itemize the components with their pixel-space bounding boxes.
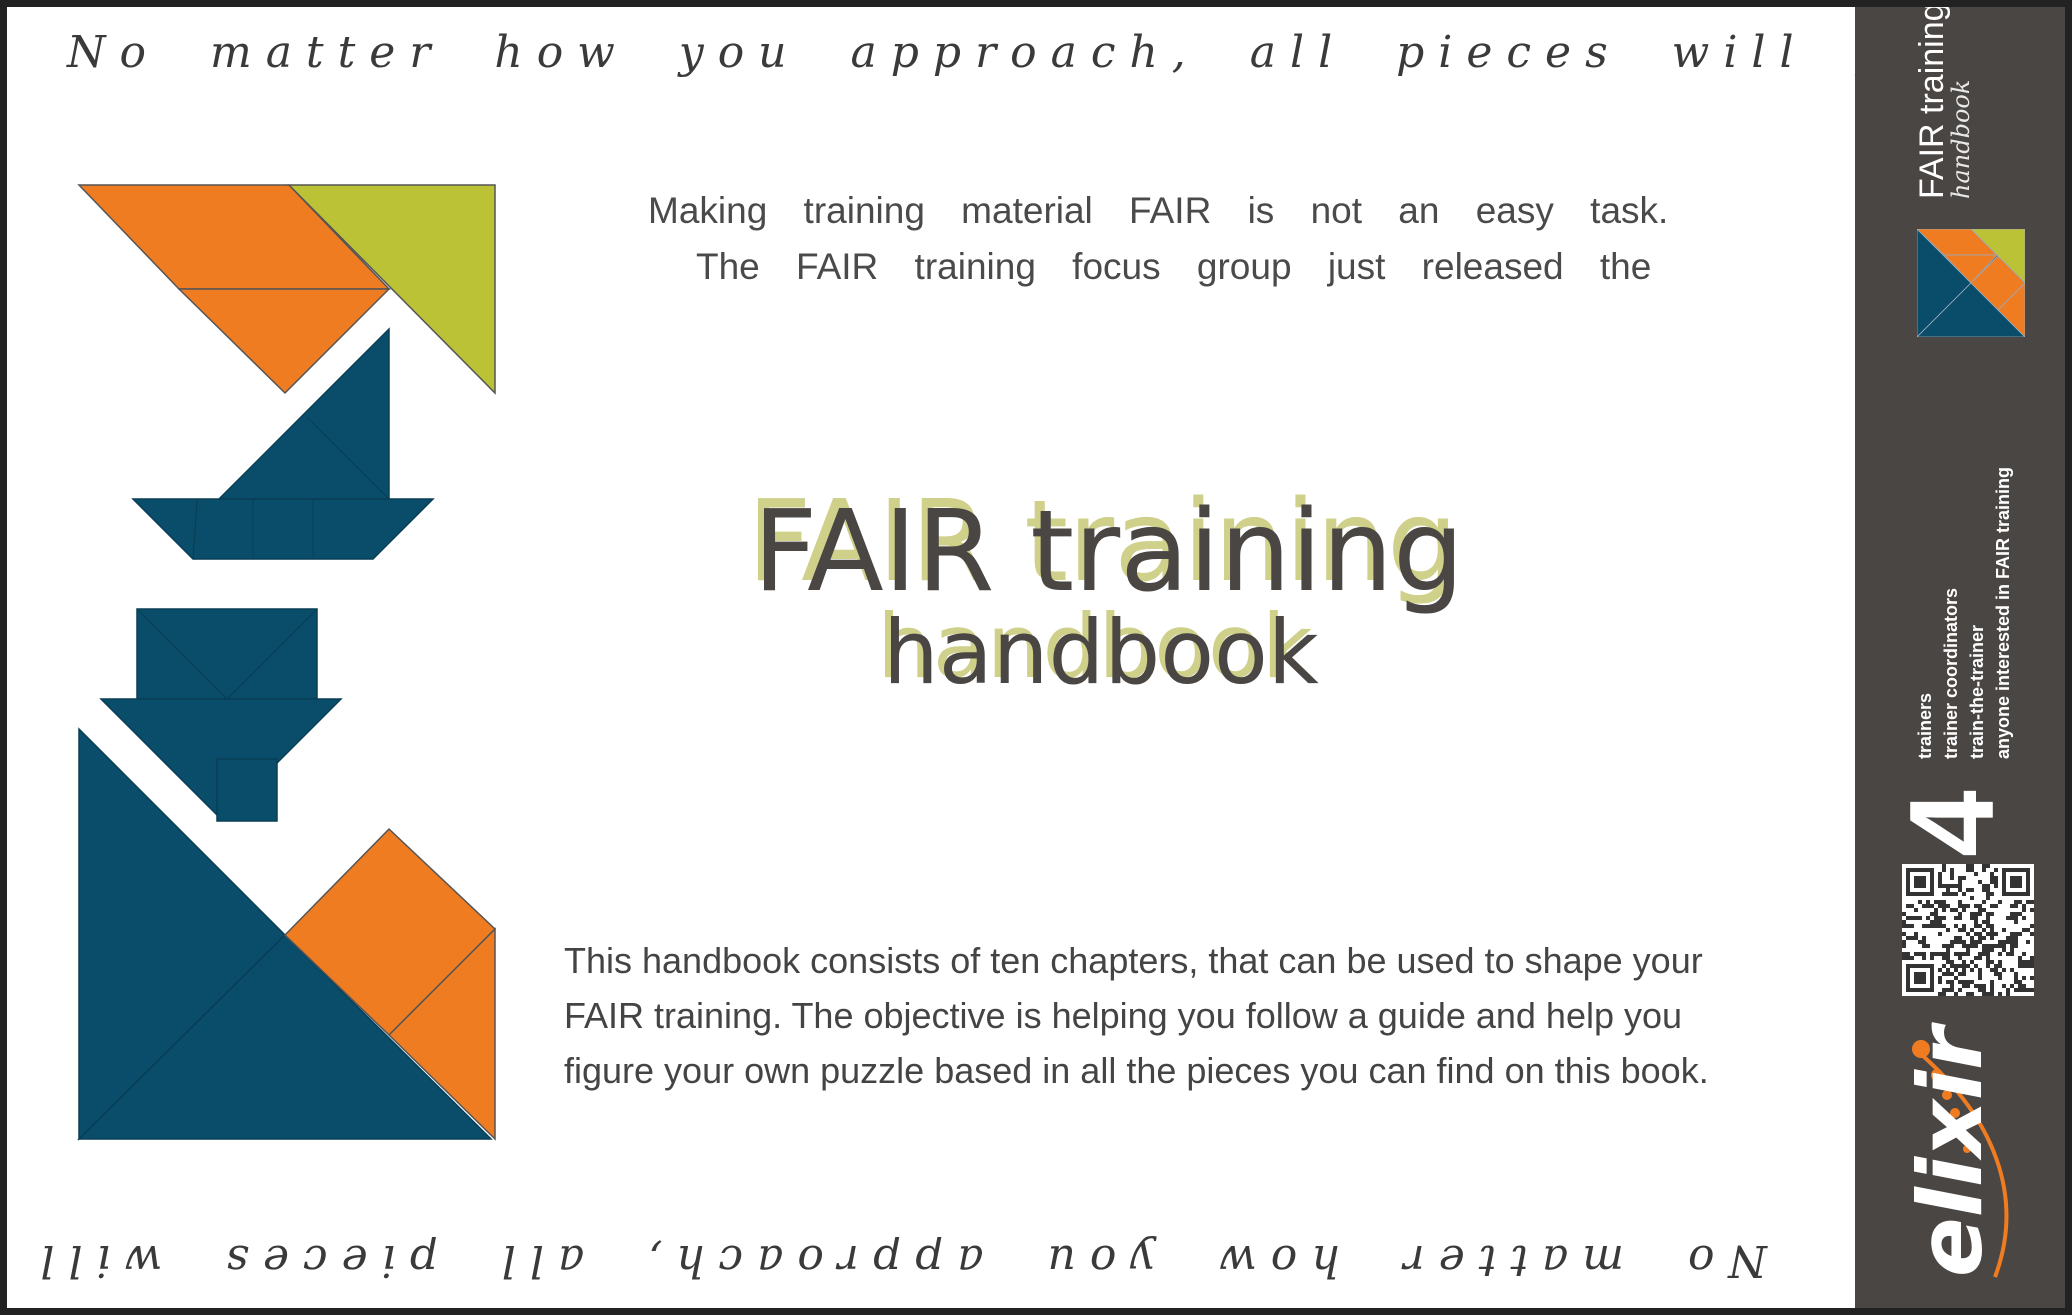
audience-list: trainers trainer coordinators train-the-… <box>1912 467 2016 759</box>
motto-top: No matter how you approach, all pieces w… <box>67 27 2065 78</box>
intro-text: Making training material FAIR is not an … <box>622 183 1722 295</box>
main-panel: No matter how you approach, all pieces w… <box>7 7 2065 1308</box>
elixir-wordmark: elixir <box>1899 1026 2002 1277</box>
tangram-house-top <box>136 608 318 700</box>
audience-item: trainers <box>1915 692 1935 759</box>
title-line-1: FAIR training <box>753 487 1465 617</box>
qr-code <box>1902 864 2034 996</box>
audience-item: anyone interested in FAIR training <box>1993 466 2013 759</box>
motto-bottom: No matter how you approach, all pieces w… <box>7 1235 1767 1286</box>
intro-line-2: The FAIR training focus group just relea… <box>696 246 1652 287</box>
sidebar-subtitle: handbook <box>1947 79 1975 199</box>
tangram-boat-hull <box>131 498 435 560</box>
audience-item: trainer coordinators <box>1941 587 1961 759</box>
tangram-house-base <box>216 758 278 822</box>
page-frame: No matter how you approach, all pieces w… <box>0 0 2072 1315</box>
intro-line-1: Making training material FAIR is not an … <box>648 190 1669 231</box>
description-text: This handbook consists of ten chapters, … <box>564 940 1709 1091</box>
title-line-2: handbook <box>883 601 1319 704</box>
tangram-illustration <box>77 184 497 1141</box>
title-block: FAIR training handbook FAIR training han… <box>747 477 1547 717</box>
mini-tangram-logo <box>1917 229 2025 337</box>
four-numeral: 4 <box>1885 790 2019 857</box>
audience-item: train-the-trainer <box>1967 624 1987 759</box>
